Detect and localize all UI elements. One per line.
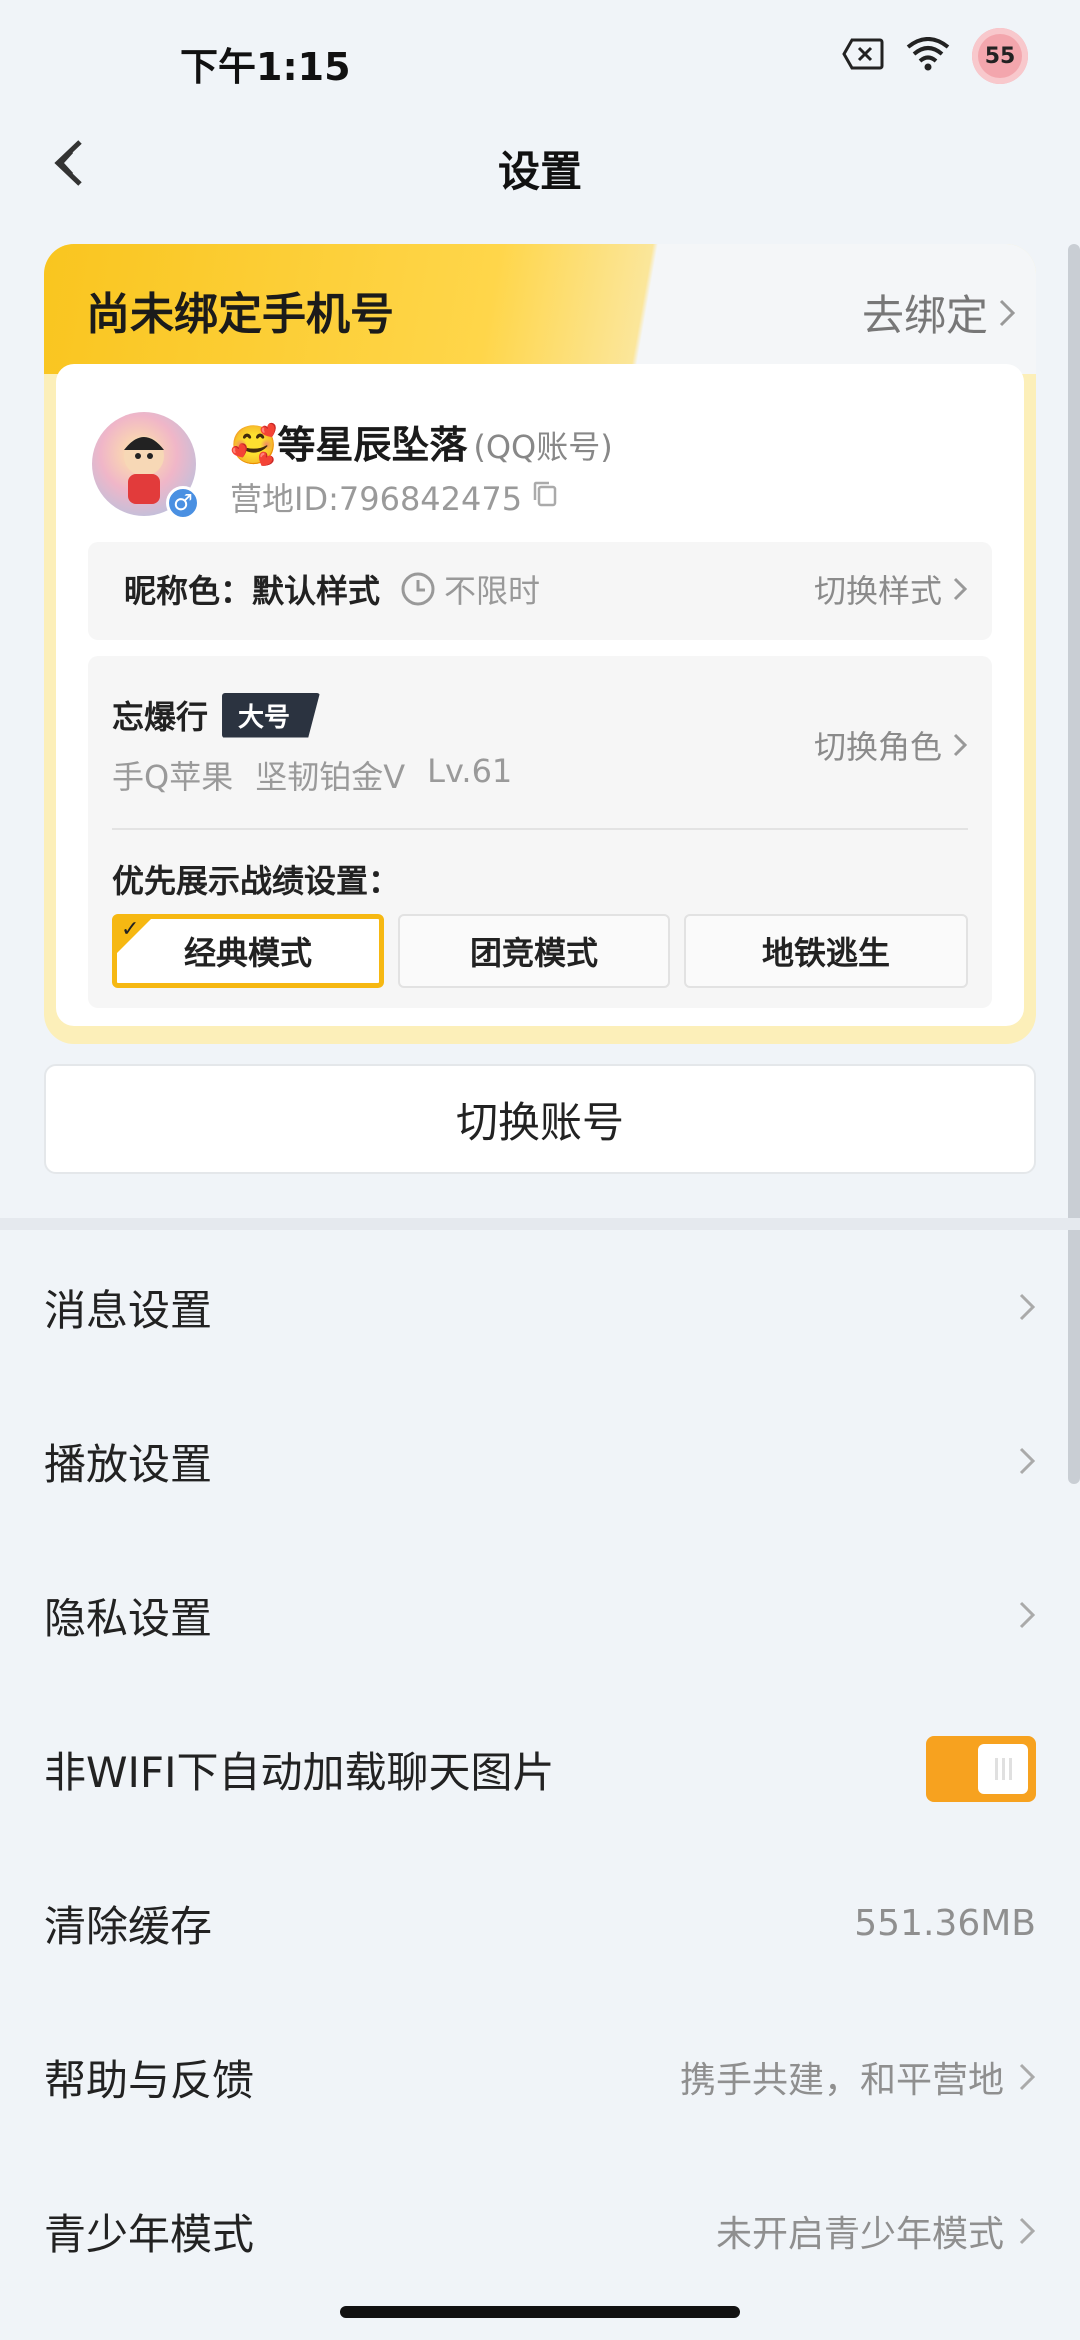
toggle-knob	[978, 1744, 1028, 1794]
nick-color-label: 昵称色：默认样式	[124, 572, 381, 610]
chevron-right-icon	[953, 733, 968, 757]
row-right: 未开启青少年模式	[716, 2205, 1036, 2257]
status-icons: 55	[842, 28, 1028, 84]
bind-phone-button[interactable]: 去绑定	[862, 282, 1016, 343]
role-rank: 坚韧铂金V	[255, 758, 406, 796]
teen-hint: 未开启青少年模式	[715, 2214, 1004, 2255]
row-label: 非WIFI下自动加载聊天图片	[44, 1747, 555, 1797]
no-sim-icon	[842, 38, 884, 74]
priority-label: 优先展示战绩设置：	[112, 862, 401, 900]
mode-label: 团竞模式	[469, 934, 598, 972]
chevron-right-icon	[1019, 2217, 1036, 2245]
chevron-right-icon	[1019, 1447, 1036, 1475]
mode-team-button[interactable]: 团竞模式	[398, 914, 670, 988]
switch-account-button[interactable]: 切换账号	[44, 1064, 1036, 1174]
chevron-right-icon	[953, 577, 968, 601]
divider	[112, 828, 968, 830]
switch-role-button[interactable]: 切换角色	[814, 722, 968, 768]
chevron-right-icon	[1019, 1293, 1036, 1321]
bind-phone-label: 尚未绑定手机号	[86, 289, 394, 340]
home-indicator[interactable]	[340, 2306, 740, 2318]
auto-load-images-row: 非WIFI下自动加载聊天图片	[44, 1692, 1036, 1846]
mode-classic-button[interactable]: ✓ 经典模式	[112, 914, 384, 988]
account-type: (QQ账号)	[473, 428, 613, 466]
row-label: 播放设置	[44, 1439, 213, 1489]
row-label: 消息设置	[44, 1285, 213, 1335]
copy-icon[interactable]	[532, 478, 558, 516]
row-right: 携手共建，和平营地	[680, 2051, 1036, 2103]
mode-metro-button[interactable]: 地铁逃生	[684, 914, 968, 988]
bind-phone-action: 去绑定	[861, 291, 988, 340]
row-right	[1018, 1446, 1036, 1476]
chevron-right-icon	[1019, 1601, 1036, 1629]
role-name: 忘爆行	[112, 698, 209, 736]
section-divider	[0, 1218, 1080, 1230]
camp-id-row: 营地ID:796842475	[230, 474, 558, 520]
camp-id: 营地ID:796842475	[230, 480, 523, 518]
teen-mode-row[interactable]: 青少年模式 未开启青少年模式	[44, 2154, 1036, 2308]
chevron-right-icon	[999, 299, 1016, 326]
nickname: 🥰等星辰坠落	[230, 423, 468, 467]
row-label: 帮助与反馈	[44, 2055, 255, 2105]
nickname-row: 🥰等星辰坠落 (QQ账号)	[230, 414, 613, 469]
switch-style-button[interactable]: 切换样式	[814, 566, 968, 612]
time-limit: 不限时	[400, 566, 540, 612]
mode-label: 经典模式	[183, 934, 312, 972]
mode-label: 地铁逃生	[761, 934, 890, 972]
page-title: 设置	[497, 147, 582, 196]
privacy-settings-row[interactable]: 隐私设置	[44, 1538, 1036, 1692]
help-hint: 携手共建，和平营地	[679, 2060, 1004, 2101]
role-meta: 手Q苹果 坚韧铂金V Lv.61	[112, 752, 512, 798]
row-right	[1018, 1600, 1036, 1630]
time-limit-text: 不限时	[444, 572, 541, 610]
status-time: 下午1:15	[180, 45, 351, 89]
role-platform: 手Q苹果	[112, 758, 234, 796]
clear-cache-row[interactable]: 清除缓存 551.36MB	[44, 1846, 1036, 2000]
switch-role-label: 切换角色	[813, 728, 942, 766]
wifi-icon	[906, 37, 950, 75]
row-label: 隐私设置	[44, 1593, 213, 1643]
switch-style-label: 切换样式	[813, 572, 942, 610]
help-feedback-row[interactable]: 帮助与反馈 携手共建，和平营地	[44, 2000, 1036, 2154]
role-level: Lv.61	[427, 752, 513, 790]
battery-indicator: 55	[972, 28, 1028, 84]
row-right	[1018, 1292, 1036, 1322]
message-settings-row[interactable]: 消息设置	[44, 1230, 1036, 1384]
check-icon: ✓	[121, 917, 140, 942]
main-account-badge: 大号	[222, 692, 321, 738]
chevron-right-icon	[1019, 2063, 1036, 2091]
row-label: 青少年模式	[44, 2209, 255, 2259]
cache-size: 551.36MB	[854, 1902, 1036, 1944]
scrollbar[interactable]	[1068, 244, 1080, 1484]
clock-icon	[401, 572, 435, 606]
row-label: 清除缓存	[44, 1901, 213, 1951]
role-name-row: 忘爆行 大号	[112, 692, 321, 738]
playback-settings-row[interactable]: 播放设置	[44, 1384, 1036, 1538]
auto-load-toggle[interactable]	[926, 1736, 1036, 1802]
gender-male-icon: ♂	[166, 486, 200, 520]
